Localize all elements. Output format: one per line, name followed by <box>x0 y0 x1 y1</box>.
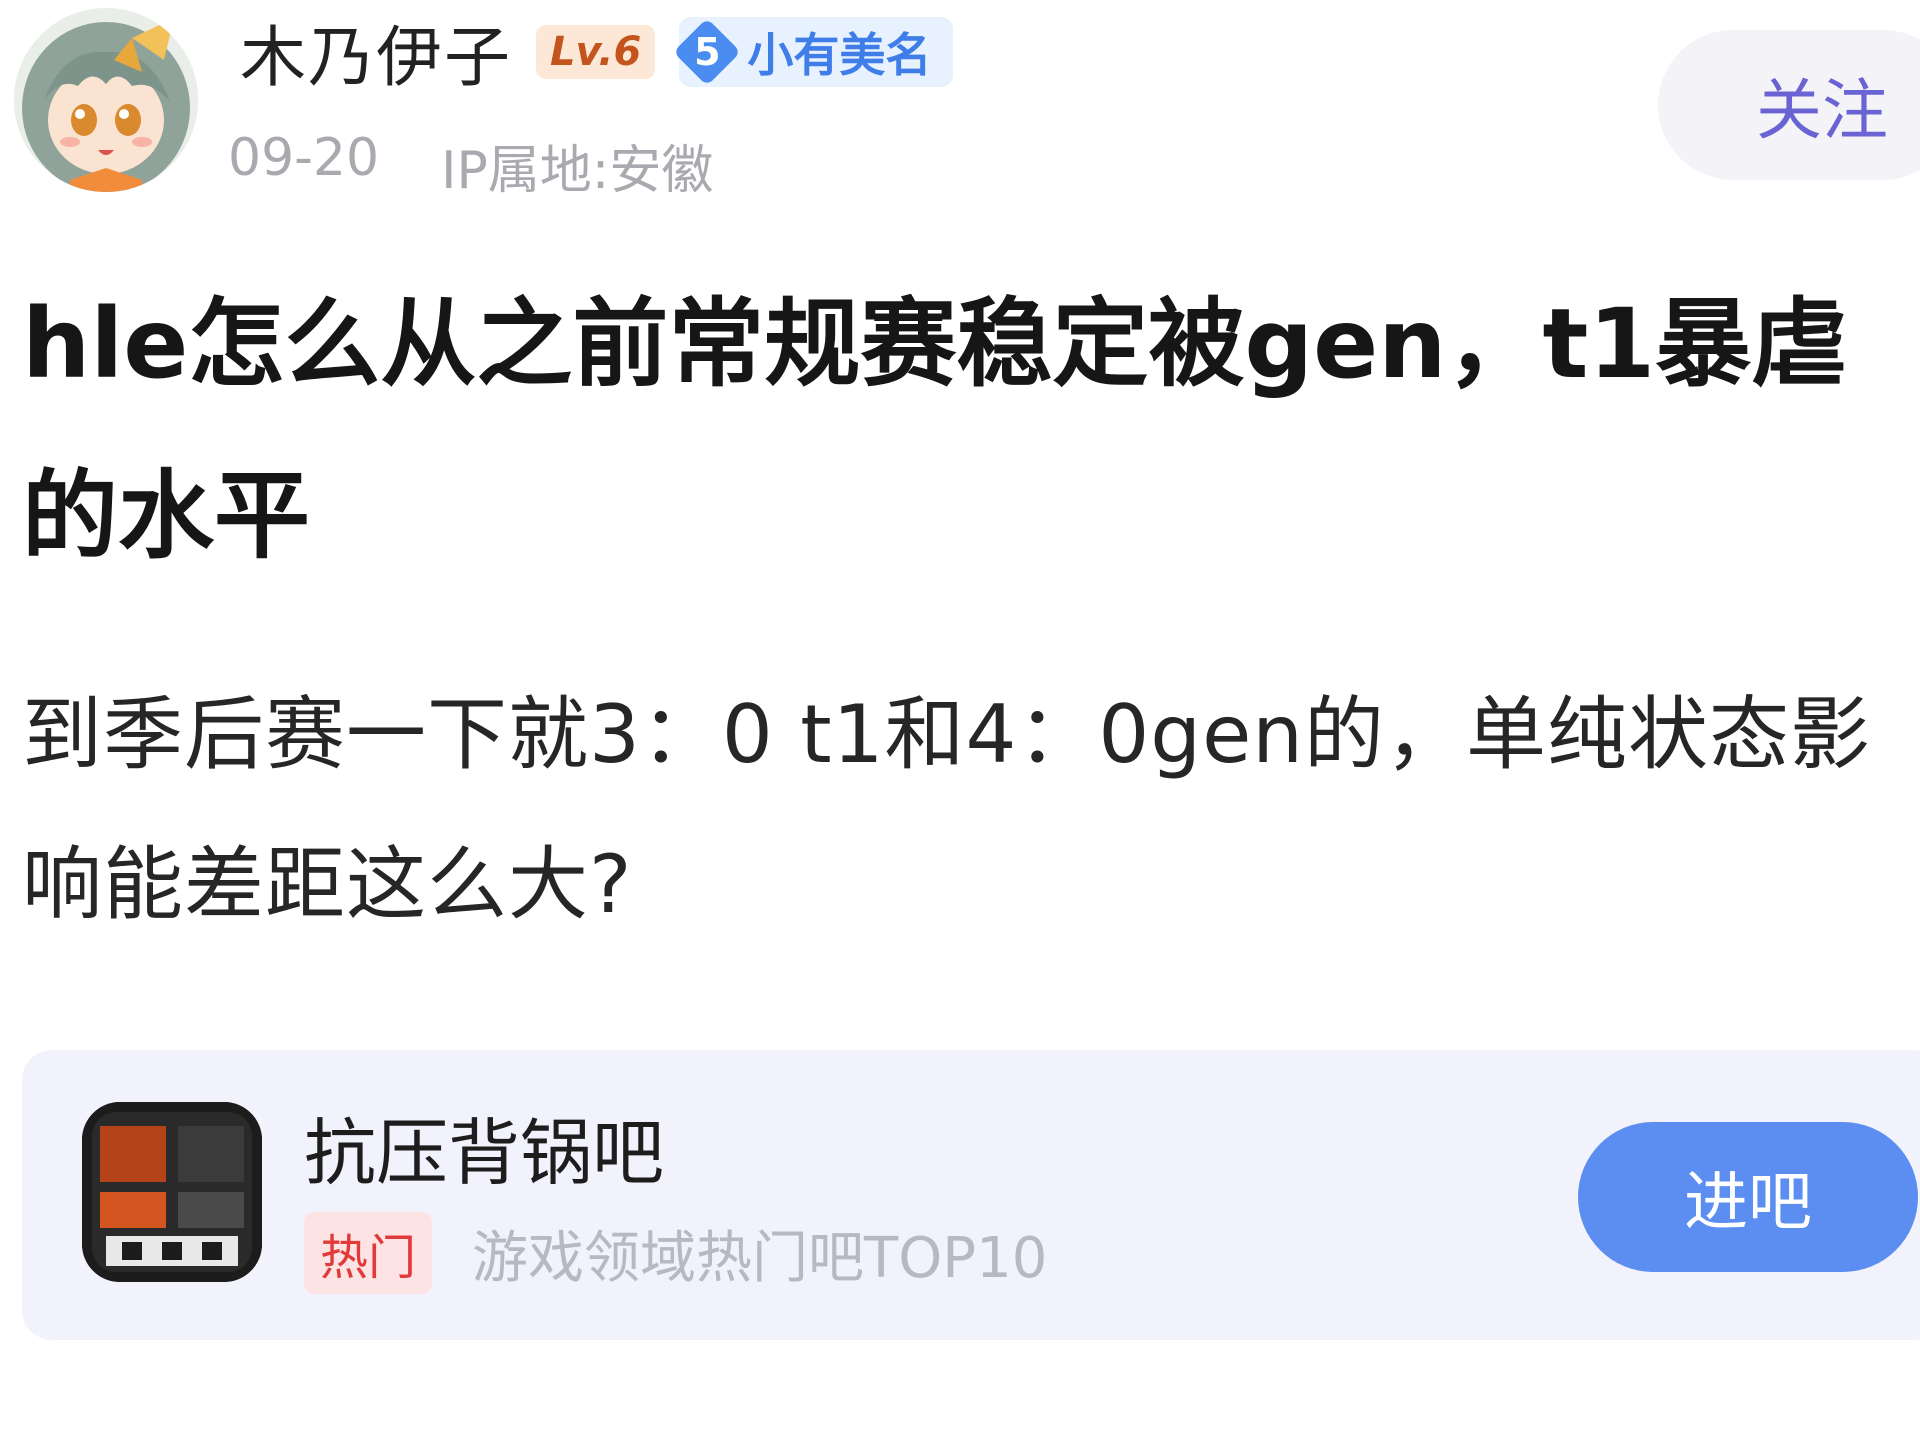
enter-forum-button[interactable]: 进吧 <box>1578 1122 1918 1272</box>
ip-location: IP属地:安徽 <box>441 141 714 201</box>
honor-diamond-icon: 5 <box>671 16 743 88</box>
forum-rank: 游戏领域热门吧TOP10 <box>472 1225 1048 1291</box>
forum-meta: 热门 游戏领域热门吧TOP10 <box>304 1212 1047 1294</box>
honor-level-number: 5 <box>694 30 721 74</box>
honor-badge: 5 小有美名 <box>679 17 954 87</box>
author-avatar[interactable] <box>14 8 198 192</box>
forum-card[interactable]: 抗压背锅吧 热门 游戏领域热门吧TOP10 进吧 <box>22 1050 1920 1340</box>
honor-title: 小有美名 <box>747 28 932 82</box>
post-date: 09-20 <box>228 128 380 188</box>
post-detail-page: 木乃伊子 Lv.6 5 小有美名 09-20 IP属地:安徽 关注 hle怎么从… <box>0 0 1920 1440</box>
avatar-illustration <box>14 8 198 192</box>
post-title: hle怎么从之前常规赛稳定被gen，t1暴虐的水平 <box>22 288 1848 572</box>
forum-logo-artwork <box>82 1102 262 1282</box>
author-name-row: 木乃伊子 Lv.6 5 小有美名 <box>240 12 954 96</box>
author-name[interactable]: 木乃伊子 <box>240 4 512 100</box>
follow-button[interactable]: 关注 <box>1658 30 1920 180</box>
forum-name[interactable]: 抗压背锅吧 <box>304 1094 664 1199</box>
post-body: 到季后赛一下就3：0 t1和4：0gen的，单纯状态影响能差距这么大? <box>22 688 1871 931</box>
level-badge: Lv.6 <box>536 25 656 79</box>
forum-logo-icon <box>82 1102 262 1282</box>
post-meta: 09-20 IP属地:安徽 <box>228 128 713 203</box>
hot-tag: 热门 <box>304 1212 433 1294</box>
